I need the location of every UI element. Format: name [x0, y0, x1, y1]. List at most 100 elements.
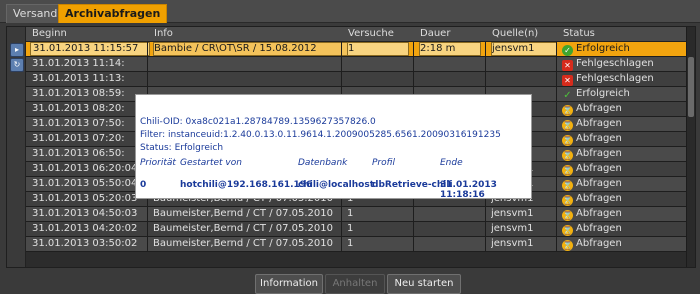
col-dauer[interactable]: Dauer [420, 28, 450, 39]
column-divider [413, 222, 414, 236]
column-divider [556, 192, 557, 206]
tooltip-value-datenbank: chili@localhost [298, 180, 375, 190]
cell-versuche: 1 [347, 42, 409, 56]
column-divider [556, 237, 557, 251]
cell-status: ⌛ Abfragen [562, 177, 682, 191]
checkmark-icon: ✓ [563, 90, 572, 101]
hourglass-icon: ⌛ [562, 180, 573, 191]
cell-status: ⌛ Abfragen [562, 222, 682, 236]
column-divider [147, 237, 148, 251]
column-divider [556, 117, 557, 131]
tooltip-filter: Filter: instanceuid:1.2.40.0.13.0.11.961… [140, 130, 501, 140]
column-divider [413, 72, 414, 86]
column-divider [413, 57, 414, 71]
cell-versuche: 1 [347, 223, 354, 234]
cell-beginn: 31.01.2013 05:20:03 [32, 193, 138, 204]
status-label: Abfragen [576, 133, 622, 144]
column-divider [556, 162, 557, 176]
vertical-scrollbar[interactable] [686, 27, 695, 267]
action-bar: Information Anhalten Neu starten [0, 268, 700, 294]
cell-dauer: 2:18 m [419, 42, 481, 56]
cell-status: ✓ Erfolgreich [562, 87, 682, 101]
cell-beginn: 31.01.2013 08:59: [32, 88, 125, 99]
tab-versand[interactable]: Versand [6, 4, 65, 23]
cell-quelle: jensvm1 [491, 238, 534, 249]
tooltip-oid: Chili-OID: 0xa8c021a1.28784789.135962735… [140, 117, 376, 127]
cell-info: Bambie / CR\OT\SR / 15.08.2012 [153, 42, 365, 56]
table-row[interactable]: 31.01.2013 11:13: ✕ Fehlgeschlagen [26, 72, 686, 87]
cell-beginn: 31.01.2013 04:20:02 [32, 223, 138, 234]
col-info[interactable]: Info [154, 28, 173, 39]
status-label: Erfolgreich [576, 88, 630, 99]
tooltip-header-prioritaet: Priorität [140, 158, 176, 168]
expand-icon[interactable]: ▸ [10, 43, 24, 57]
status-label: Abfragen [576, 193, 622, 204]
column-divider [147, 42, 148, 56]
column-divider [341, 42, 342, 56]
status-label: Erfolgreich [576, 43, 630, 54]
x-icon: ✕ [562, 60, 573, 71]
status-label: Abfragen [576, 208, 622, 219]
column-divider [147, 222, 148, 236]
column-divider [341, 57, 342, 71]
column-divider [556, 72, 557, 86]
cell-status: ✓ Erfolgreich [562, 42, 682, 56]
check-circle-icon: ✓ [562, 45, 573, 56]
col-status[interactable]: Status [563, 28, 595, 39]
table-row-selected[interactable]: 31.01.2013 11:15:57 Bambie / CR\OT\SR / 1… [26, 42, 686, 57]
cell-beginn: 31.01.2013 06:50: [32, 148, 125, 159]
status-label: Abfragen [576, 163, 622, 174]
table-row[interactable]: 31.01.2013 04:20:02 Baumeister,Bernd / CT… [26, 222, 686, 237]
anhalten-button[interactable]: Anhalten [325, 274, 385, 294]
cell-beginn: 31.01.2013 05:50:04 [32, 178, 138, 189]
cell-beginn: 31.01.2013 11:14: [32, 58, 125, 69]
col-quelle[interactable]: Quelle(n) [492, 28, 538, 39]
status-label: Fehlgeschlagen [576, 73, 654, 84]
column-divider [341, 222, 342, 236]
column-divider [147, 207, 148, 221]
cell-versuche: 1 [347, 238, 354, 249]
column-divider [485, 222, 486, 236]
cell-status: ⌛ Abfragen [562, 207, 682, 221]
table-row[interactable]: 31.01.2013 03:50:02 Baumeister,Bernd / CT… [26, 237, 686, 252]
cell-beginn: 31.01.2013 04:50:03 [32, 208, 138, 219]
table-row[interactable]: 31.01.2013 04:50:03 Baumeister,Bernd / CT… [26, 207, 686, 222]
col-versuche[interactable]: Versuche [348, 28, 394, 39]
column-divider [341, 207, 342, 221]
refresh-icon[interactable]: ↻ [10, 58, 24, 72]
column-divider [485, 207, 486, 221]
tooltip-status: Status: Erfolgreich [140, 143, 224, 153]
hourglass-icon: ⌛ [562, 240, 573, 251]
cell-quelle: jensvm1 [491, 208, 534, 219]
cell-status: ⌛ Abfragen [562, 237, 682, 251]
scrollbar-thumb[interactable] [688, 57, 694, 117]
column-divider [485, 42, 486, 56]
tooltip-value-prioritaet: 0 [140, 180, 147, 190]
column-divider [413, 237, 414, 251]
cell-beginn: 31.01.2013 11:13: [32, 73, 125, 84]
cell-beginn: 31.01.2013 07:50: [32, 118, 125, 129]
neu-starten-button[interactable]: Neu starten [387, 274, 461, 294]
cell-beginn: 31.01.2013 11:15:57 [30, 42, 150, 56]
hourglass-icon: ⌛ [562, 105, 573, 116]
hourglass-icon: ⌛ [562, 150, 573, 161]
hourglass-icon: ⌛ [562, 225, 573, 236]
tooltip-value-gestartet: hotchili@192.168.161.196 [180, 180, 313, 190]
table-row[interactable]: 31.01.2013 11:14: ✕ Fehlgeschlagen [26, 57, 686, 72]
tooltip-header-ende: Ende [440, 158, 463, 168]
information-button[interactable]: Information [255, 274, 323, 294]
column-divider [556, 42, 557, 56]
status-label: Abfragen [576, 118, 622, 129]
cell-status: ⌛ Abfragen [562, 147, 682, 161]
tab-archivabfragen[interactable]: Archivabfragen [58, 4, 168, 23]
cell-info: Baumeister,Bernd / CT / 07.05.2010 [153, 223, 334, 234]
tooltip-value-ende: 31.01.2013 11:18:16 [440, 180, 497, 200]
hourglass-icon: ⌛ [562, 210, 573, 221]
tooltip-header-profil: Profil [372, 158, 395, 168]
status-label: Abfragen [576, 223, 622, 234]
col-beginn[interactable]: Beginn [32, 28, 67, 39]
column-divider [341, 72, 342, 86]
table-header: Beginn Info Versuche Dauer Quelle(n) Sta… [26, 27, 686, 42]
column-divider [556, 57, 557, 71]
cell-status: ⌛ Abfragen [562, 132, 682, 146]
